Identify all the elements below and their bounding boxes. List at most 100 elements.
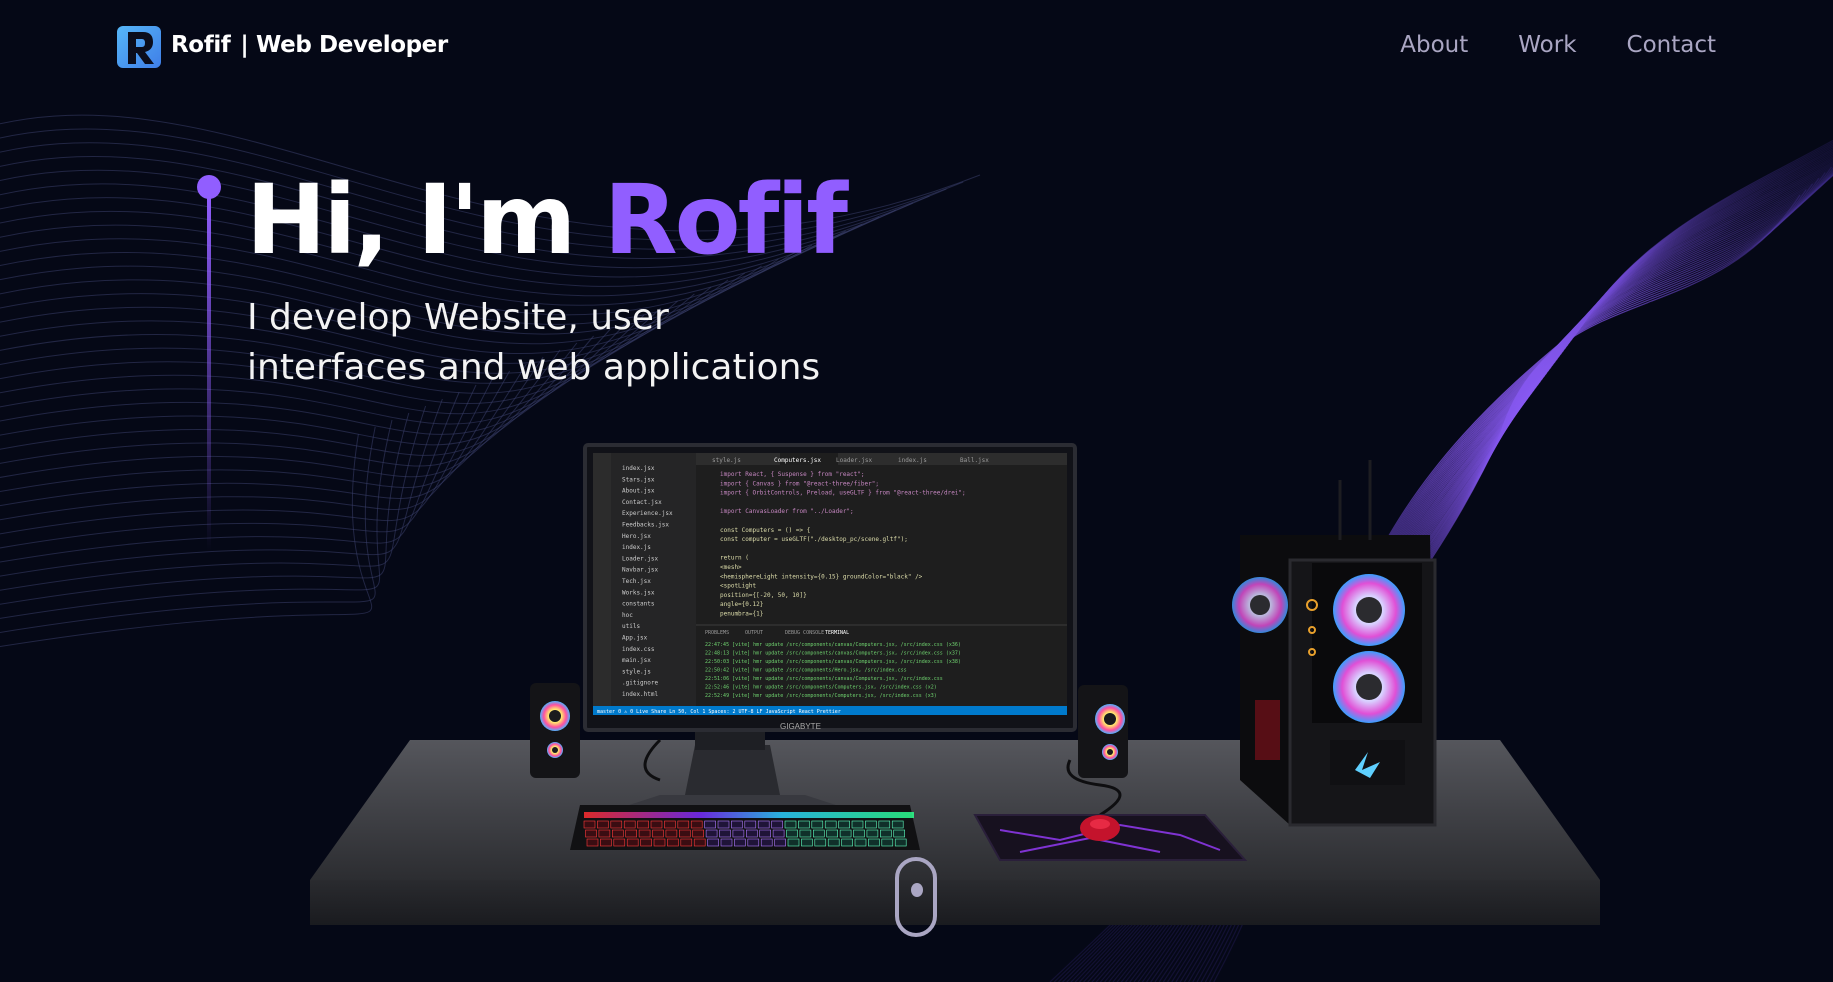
explorer-item: hoc [622, 612, 633, 619]
explorer-item: Experience.jsx [622, 510, 673, 517]
explorer-item: Stars.jsx [622, 476, 655, 483]
terminal-line: 22:50:42 [vite] hmr update /src/componen… [705, 668, 907, 674]
explorer-item: Tech.jsx [622, 578, 651, 585]
keyboard-key [841, 838, 853, 847]
explorer-item: main.jsx [622, 657, 651, 664]
logo-r-icon[interactable] [117, 24, 161, 70]
keyboard-key [811, 820, 824, 829]
keyboard-key [798, 820, 810, 829]
terminal-tab: TERMINAL [825, 630, 849, 636]
status-bar-text: master 0 ⚠ 0 Live Share Ln 50, Col 1 Spa… [597, 709, 841, 715]
code-line: angle={0.12} [720, 601, 763, 608]
keyboard-key [625, 829, 638, 838]
keyboard-key [693, 838, 706, 847]
keyboard-key [664, 820, 676, 829]
keyboard-key [894, 838, 907, 847]
keyboard-key [838, 820, 850, 829]
explorer-item: style.js [622, 668, 651, 675]
code-line: <mesh> [720, 564, 742, 571]
keyboard-key [799, 829, 812, 838]
keyboard-key [854, 838, 867, 847]
keyboard-key [717, 820, 730, 829]
brand-title[interactable]: Rofif | Web Developer [171, 32, 448, 58]
keyboard-key [868, 838, 880, 847]
terminal-line: 22:50:03 [vite] hmr update /src/componen… [705, 659, 961, 665]
code-line: return ( [720, 555, 749, 562]
code-line: import { Canvas } from "@react-three/fib… [720, 480, 879, 487]
keyboard-key [652, 829, 664, 838]
hero-subtitle-line1: I develop Website, user [247, 297, 669, 338]
keyboard-key [637, 820, 649, 829]
keyboard-key [611, 829, 624, 838]
nav-link-about[interactable]: About [1400, 32, 1468, 58]
explorer-item: About.jsx [622, 488, 655, 495]
keyboard-key [704, 820, 716, 829]
terminal-tab: OUTPUT [745, 630, 763, 636]
keyboard-key [760, 838, 773, 847]
keyboard-key [650, 820, 663, 829]
code-line: import { OrbitControls, Preload, useGLTF… [720, 490, 966, 497]
code-line: import CanvasLoader from "../Loader"; [720, 508, 854, 515]
nav-links: About Work Contact [1400, 32, 1716, 58]
terminal-line: 22:48:13 [vite] hmr update /src/componen… [705, 651, 961, 657]
monitor-tab: Loader.jsx [836, 457, 873, 464]
code-line: <spotLight [720, 583, 757, 590]
terminal-line: 22:47:45 [vite] hmr update /src/componen… [705, 642, 961, 648]
explorer-item: .gitignore [622, 680, 659, 687]
explorer-item: index.jsx [622, 465, 655, 472]
hero-subtitle-line2: interfaces and web applications [247, 347, 821, 388]
keyboard-key [745, 829, 758, 838]
code-line: const Computers = () => { [720, 527, 810, 534]
keyboard-key [583, 820, 596, 829]
scroll-dot [911, 883, 923, 897]
keyboard-key [640, 838, 652, 847]
keyboard-key [824, 820, 837, 829]
keyboard-key [814, 838, 827, 847]
keyboard-key [744, 820, 757, 829]
keyboard-key [626, 838, 639, 847]
keyboard-key [774, 838, 786, 847]
keyboard-key [665, 829, 678, 838]
explorer-item: index.js [622, 544, 651, 551]
keyboard-key [678, 829, 691, 838]
terminal-line: 22:52:49 [vite] hmr update /src/componen… [705, 693, 937, 699]
keyboard-key [851, 820, 864, 829]
explorer-item: index.html [622, 691, 659, 698]
keyboard-key [667, 838, 679, 847]
keyboard-key [757, 820, 770, 829]
keyboard-key [771, 820, 783, 829]
code-line: <hemisphereLight intensity={0.15} ground… [720, 573, 923, 580]
scroll-mouse-icon[interactable] [895, 857, 937, 937]
terminal-line: 22:51:06 [vite] hmr update /src/componen… [705, 676, 943, 682]
monitor-brand: GIGABYTE [780, 722, 821, 731]
monitor-tab: Ball.jsx [960, 457, 989, 464]
keyboard-key [839, 829, 852, 838]
keyboard-key [853, 829, 865, 838]
keyboard-key [734, 838, 746, 847]
navbar: Rofif | Web Developer About Work Contact [0, 0, 1833, 95]
keyboard-key [812, 829, 825, 838]
keyboard-key [692, 829, 705, 838]
keyboard-key [638, 829, 651, 838]
keyboard-key [801, 838, 813, 847]
keyboard-key [866, 829, 879, 838]
hero-section: Rofif | Web Developer About Work Contact … [0, 0, 1833, 982]
desktop-pc-scene[interactable]: GIGABYTE import React, { Suspense } from… [300, 440, 1610, 940]
keyboard-key [707, 838, 719, 847]
code-line: import React, { Suspense } from "react"; [720, 471, 865, 478]
nav-link-work[interactable]: Work [1518, 32, 1576, 58]
explorer-item: Hero.jsx [622, 533, 651, 540]
code-line: const computer = useGLTF("./desktop_pc/s… [720, 536, 908, 543]
keyboard-key [653, 838, 666, 847]
keyboard-key [623, 820, 636, 829]
explorer-item: Contact.jsx [622, 499, 662, 506]
keyboard-key [747, 838, 760, 847]
keyboard-key [719, 829, 731, 838]
keyboard-key [827, 838, 840, 847]
brand-role: | Web Developer [240, 32, 448, 58]
explorer-item: constants [622, 601, 655, 608]
keyboard-key [610, 820, 623, 829]
keyboard-key [690, 820, 703, 829]
hero-title-name: Rofif [603, 164, 848, 276]
nav-link-contact[interactable]: Contact [1627, 32, 1716, 58]
